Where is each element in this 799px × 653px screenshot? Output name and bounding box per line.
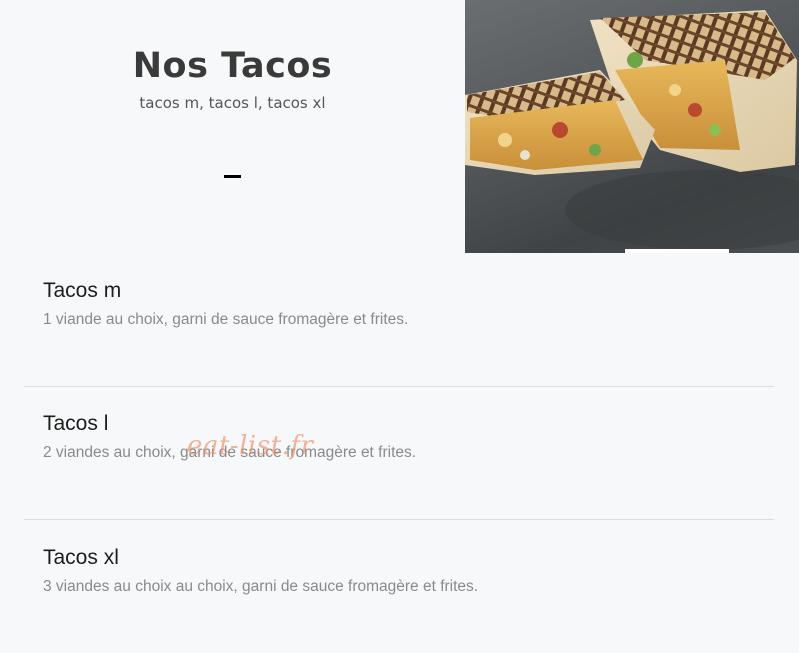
item-name: Tacos l — [43, 412, 109, 435]
menu-item-tacos-l[interactable]: Tacos l 2 viandes au choix, garni de sau… — [43, 411, 763, 463]
menu-divider — [24, 386, 774, 387]
page-title: Nos Tacos — [132, 46, 333, 86]
item-name: Tacos xl — [43, 546, 119, 569]
item-description: 3 viandes au choix au choix, garni de sa… — [43, 578, 479, 595]
menu-divider — [24, 519, 774, 520]
page-subtitle: tacos m, tacos l, tacos xl — [139, 94, 326, 112]
title-separator — [224, 175, 241, 178]
item-description: 1 viande au choix, garni de sauce fromag… — [43, 311, 409, 328]
tacos-illustration — [465, 10, 799, 250]
menu-item-tacos-xl[interactable]: Tacos xl 3 viandes au choix au choix, ga… — [43, 545, 763, 597]
menu-item-tacos-m[interactable]: Tacos m 1 viande au choix, garni de sauc… — [43, 278, 763, 330]
item-description: 2 viandes au choix, garni de sauce froma… — [43, 444, 417, 461]
tacos-photo — [465, 0, 799, 253]
image-bottom-notch — [625, 249, 729, 253]
item-name: Tacos m — [43, 279, 122, 302]
section-header: Nos Tacos tacos m, tacos l, tacos xl — [0, 0, 465, 252]
